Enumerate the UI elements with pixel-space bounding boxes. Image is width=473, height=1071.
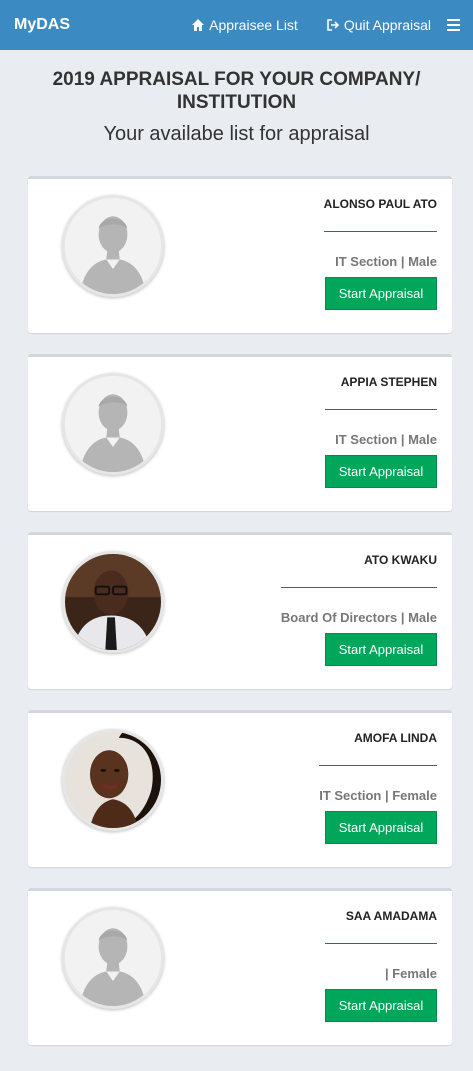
home-icon <box>191 18 205 32</box>
quit-appraisal-label: Quit Appraisal <box>343 17 431 33</box>
page-subtitle: Your availabe list for appraisal <box>103 123 370 145</box>
appraisee-name: APPIA STEPHEN <box>340 375 437 389</box>
avatar <box>62 907 164 1009</box>
appraisee-name: ATO KWAKU <box>364 553 437 567</box>
appraisee-card: APPIA STEPHEN IT Section | Male Start Appr… <box>28 354 452 511</box>
appraisee-list: ALONSO PAUL ATO IT Section | Male Start Ap… <box>0 176 473 1045</box>
appraisee-name: SAA AMADAMA <box>345 909 437 923</box>
appraisee-info: SAA AMADAMA | Female Start Appraisal <box>325 909 437 1022</box>
appraisee-card: ATO KWAKU Board Of Directors | Male Start … <box>28 532 452 689</box>
appraisee-card: AMOFA LINDA IT Section | Female Start Appr… <box>28 710 452 867</box>
appraisee-name: ALONSO PAUL ATO <box>323 197 437 211</box>
quit-appraisal-link[interactable]: Quit Appraisal <box>326 17 431 33</box>
appraisee-section-gender: IT Section | Male <box>335 254 437 269</box>
appraisee-info: APPIA STEPHEN IT Section | Male Start Appr… <box>325 375 437 488</box>
start-appraisal-button[interactable]: Start Appraisal <box>325 455 437 488</box>
top-navbar: MyDAS Appraisee List Quit Appraisal <box>0 0 473 50</box>
divider <box>325 409 437 410</box>
hamburger-menu-icon[interactable] <box>447 14 467 36</box>
avatar <box>62 373 164 475</box>
appraisee-list-link[interactable]: Appraisee List <box>191 17 298 33</box>
appraisee-section-gender: IT Section | Male <box>335 432 437 447</box>
appraisee-name: AMOFA LINDA <box>354 731 437 745</box>
appraisee-list-label: Appraisee List <box>209 17 298 33</box>
start-appraisal-button[interactable]: Start Appraisal <box>325 989 437 1022</box>
nav-links: Appraisee List Quit Appraisal <box>191 14 473 36</box>
divider <box>325 943 437 944</box>
appraisee-card: ALONSO PAUL ATO IT Section | Male Start Ap… <box>28 176 452 333</box>
appraisee-info: AMOFA LINDA IT Section | Female Start Appr… <box>319 731 437 844</box>
appraisee-section-gender: | Female <box>384 966 437 981</box>
sign-out-icon <box>326 18 340 32</box>
start-appraisal-button[interactable]: Start Appraisal <box>325 811 437 844</box>
appraisee-card: SAA AMADAMA | Female Start Appraisal <box>28 888 452 1045</box>
avatar <box>62 551 164 653</box>
start-appraisal-button[interactable]: Start Appraisal <box>325 633 437 666</box>
start-appraisal-button[interactable]: Start Appraisal <box>325 277 437 310</box>
page-title: 2019 APPRAISAL FOR YOUR COMPANY/ INSTITU… <box>52 69 421 113</box>
appraisee-info: ATO KWAKU Board Of Directors | Male Start … <box>281 553 437 666</box>
brand-logo[interactable]: MyDAS <box>14 16 70 34</box>
divider <box>281 587 437 588</box>
appraisee-section-gender: IT Section | Female <box>319 788 437 803</box>
avatar <box>62 729 164 831</box>
page-heading: 2019 APPRAISAL FOR YOUR COMPANY/ INSTITU… <box>0 68 473 146</box>
avatar <box>62 195 164 297</box>
divider <box>324 231 437 232</box>
appraisee-section-gender: Board Of Directors | Male <box>280 610 437 625</box>
divider <box>319 765 437 766</box>
appraisee-info: ALONSO PAUL ATO IT Section | Male Start Ap… <box>324 197 437 310</box>
